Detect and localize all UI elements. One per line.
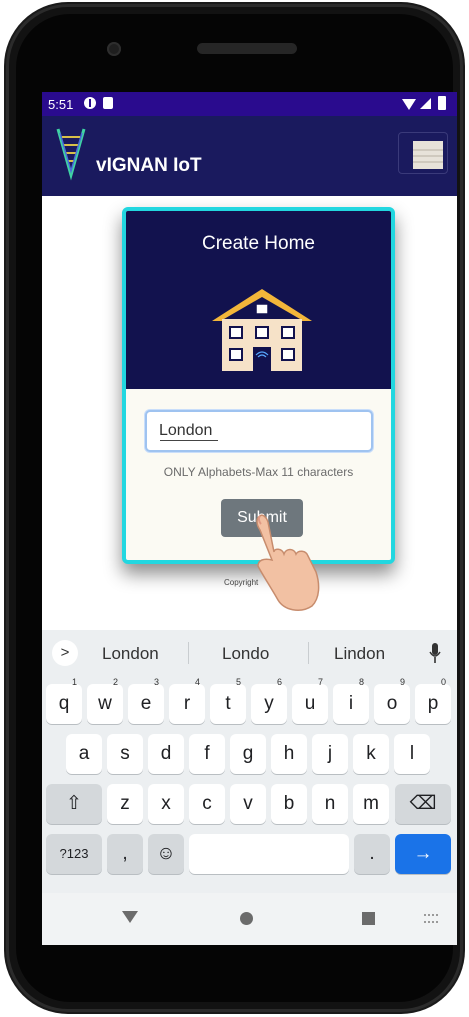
key-a[interactable]: a <box>66 734 102 774</box>
key-w[interactable]: w2 <box>87 677 123 724</box>
suggestion-1[interactable]: London <box>102 644 159 664</box>
key-y[interactable]: y6 <box>251 677 287 724</box>
status-time: 5:51 <box>48 97 74 112</box>
nav-recents-icon[interactable] <box>362 912 375 925</box>
navigation-bar <box>42 893 457 945</box>
signal-icon <box>420 98 431 109</box>
suggestion-divider <box>188 642 189 664</box>
key-d[interactable]: d <box>148 734 184 774</box>
suggestion-2[interactable]: Londo <box>222 644 269 664</box>
key-l[interactable]: l <box>394 734 430 774</box>
key-m[interactable]: m <box>353 784 389 824</box>
symbols-key[interactable]: ?123 <box>46 834 102 874</box>
comma-key[interactable]: , <box>107 834 143 874</box>
spellcheck-underline <box>160 440 218 441</box>
key-t[interactable]: t5 <box>210 677 246 724</box>
app-bar: vIGNAN IoT <box>42 116 457 196</box>
app-title: vIGNAN IoT <box>96 155 202 176</box>
vignan-logo-icon <box>56 128 86 181</box>
hamburger-icon <box>413 141 443 169</box>
nav-back-icon[interactable] <box>122 911 138 923</box>
key-j[interactable]: j <box>312 734 348 774</box>
house-icon <box>212 289 312 371</box>
screen: 5:51 vIGNAN IoT Create Home London ONLY … <box>42 92 457 945</box>
key-v[interactable]: v <box>230 784 266 824</box>
key-f[interactable]: f <box>189 734 225 774</box>
suggestions-expand-button[interactable]: > <box>52 640 78 666</box>
key-i[interactable]: i8 <box>333 677 369 724</box>
key-c[interactable]: c <box>189 784 225 824</box>
shift-key[interactable]: ⇧ <box>46 784 102 824</box>
key-o[interactable]: o9 <box>374 677 410 724</box>
earpiece-speaker <box>197 43 297 54</box>
key-b[interactable]: b <box>271 784 307 824</box>
suggestion-bar: > London Londo Lindon <box>42 630 457 676</box>
space-key[interactable] <box>189 834 349 874</box>
key-s[interactable]: s <box>107 734 143 774</box>
enter-key[interactable]: → <box>395 834 451 874</box>
emoji-key[interactable]: ☺ <box>148 834 184 874</box>
pointing-hand-icon <box>256 514 320 612</box>
key-n[interactable]: n <box>312 784 348 824</box>
nav-home-icon[interactable] <box>240 912 253 925</box>
suggestion-divider <box>308 642 309 664</box>
key-x[interactable]: x <box>148 784 184 824</box>
key-q[interactable]: q1 <box>46 677 82 724</box>
menu-button[interactable] <box>398 132 448 174</box>
key-e[interactable]: e3 <box>128 677 164 724</box>
card-title: Create Home <box>202 233 315 254</box>
key-p[interactable]: p0 <box>415 677 451 724</box>
wifi-icon <box>402 99 416 110</box>
period-key[interactable]: . <box>354 834 390 874</box>
keyboard-switch-icon[interactable] <box>424 914 438 923</box>
status-bar: 5:51 <box>42 92 457 116</box>
battery-icon <box>438 96 446 110</box>
backspace-key[interactable]: ⌫ <box>395 784 451 824</box>
front-camera <box>107 42 121 56</box>
main-content: Create Home London ONLY Alphabets-Max 11… <box>42 196 457 630</box>
data-saver-icon <box>84 97 96 109</box>
phone-frame: 5:51 vIGNAN IoT Create Home London ONLY … <box>6 4 463 1012</box>
microphone-icon[interactable] <box>429 642 441 664</box>
sd-card-icon <box>103 97 113 109</box>
key-r[interactable]: r4 <box>169 677 205 724</box>
home-name-input[interactable] <box>145 410 373 452</box>
card-header: Create Home <box>126 211 391 389</box>
key-z[interactable]: z <box>107 784 143 824</box>
suggestion-3[interactable]: Lindon <box>334 644 385 664</box>
key-h[interactable]: h <box>271 734 307 774</box>
create-home-card: Create Home London ONLY Alphabets-Max 11… <box>122 207 395 564</box>
soft-keyboard: > London Londo Lindon q1 w2 e3 r4 t5 y6 … <box>42 630 457 893</box>
key-u[interactable]: u7 <box>292 677 328 724</box>
key-k[interactable]: k <box>353 734 389 774</box>
input-hint: ONLY Alphabets-Max 11 characters <box>163 465 354 479</box>
key-g[interactable]: g <box>230 734 266 774</box>
